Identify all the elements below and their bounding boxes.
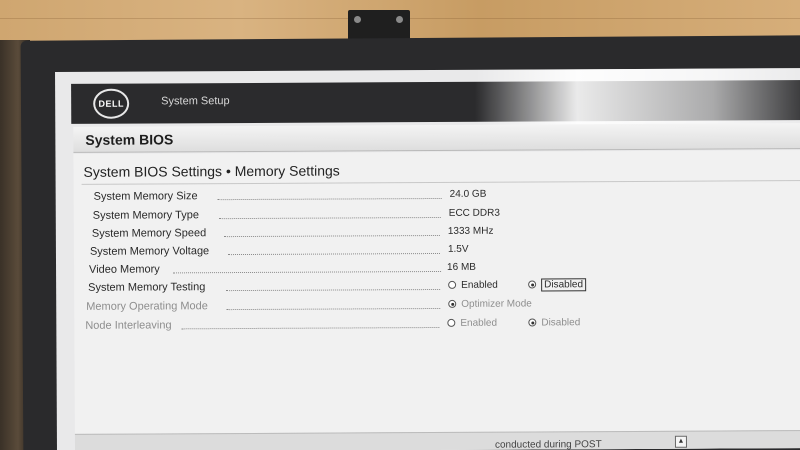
setting-value: ECC DDR3 <box>448 207 500 219</box>
option-enabled[interactable]: Enabled <box>448 280 498 291</box>
setting-value: 1.5V <box>447 243 469 255</box>
setting-label: System Memory Size <box>93 190 198 203</box>
panel-title: System BIOS Settings • Memory Settings <box>83 162 340 180</box>
focused-option-label: Disabled <box>541 278 587 292</box>
settings-panel: System BIOS Settings • Memory Settings S… <box>73 150 800 450</box>
leader-dots <box>226 307 441 311</box>
leader-dots <box>181 326 440 330</box>
option-disabled[interactable]: Disabled <box>528 317 580 328</box>
leader-dots <box>217 197 442 201</box>
setting-row-node-interleaving: Node Interleaving Enabled Disabled <box>85 316 800 338</box>
setting-row-operating-mode: Memory Operating Mode Optimizer Mode <box>86 297 800 319</box>
radio-off-icon <box>447 318 456 327</box>
setting-value: 16 MB <box>447 261 476 273</box>
radio-off-icon <box>448 280 457 289</box>
setting-value: 24.0 GB <box>449 188 487 200</box>
app-title: System Setup <box>161 95 230 108</box>
option-optimizer-mode[interactable]: Optimizer Mode <box>448 298 532 310</box>
screen-glare <box>475 68 800 130</box>
setting-label: Video Memory <box>89 263 160 276</box>
setting-row-memory-size: System Memory Size 24.0 GB <box>94 187 800 209</box>
setting-label: System Memory Testing <box>88 281 206 294</box>
scroll-up-icon[interactable]: ▲ <box>674 435 687 448</box>
setting-label: System Memory Type <box>92 209 199 222</box>
option-disabled[interactable]: Disabled <box>528 278 587 292</box>
radio-on-icon <box>448 299 457 308</box>
screw-icon <box>354 16 361 23</box>
setting-label: System Memory Voltage <box>89 245 210 258</box>
panel-divider <box>81 180 800 185</box>
setting-label: Node Interleaving <box>85 319 172 332</box>
section-header: System BIOS <box>73 123 800 153</box>
leader-dots <box>226 288 441 292</box>
setting-label: System Memory Speed <box>91 227 207 240</box>
setting-label: Memory Operating Mode <box>86 300 208 313</box>
leader-dots <box>227 252 440 256</box>
help-bar: conducted during POST ▲ <box>74 430 800 450</box>
bios-screen: DELL System Setup System BIOS System BIO… <box>55 68 800 450</box>
setting-value: 1333 MHz <box>447 225 494 237</box>
radio-on-icon <box>528 318 537 327</box>
screw-icon <box>396 16 403 23</box>
help-text: conducted during POST <box>494 439 602 450</box>
leader-dots <box>223 234 440 238</box>
leader-dots <box>218 216 441 220</box>
option-enabled[interactable]: Enabled <box>447 318 497 329</box>
radio-on-icon <box>528 280 537 289</box>
section-title: System BIOS <box>85 131 174 148</box>
dell-logo: DELL <box>93 88 130 119</box>
setting-row-memory-testing: System Memory Testing Enabled Disabled <box>88 278 800 300</box>
leader-dots <box>173 270 442 274</box>
